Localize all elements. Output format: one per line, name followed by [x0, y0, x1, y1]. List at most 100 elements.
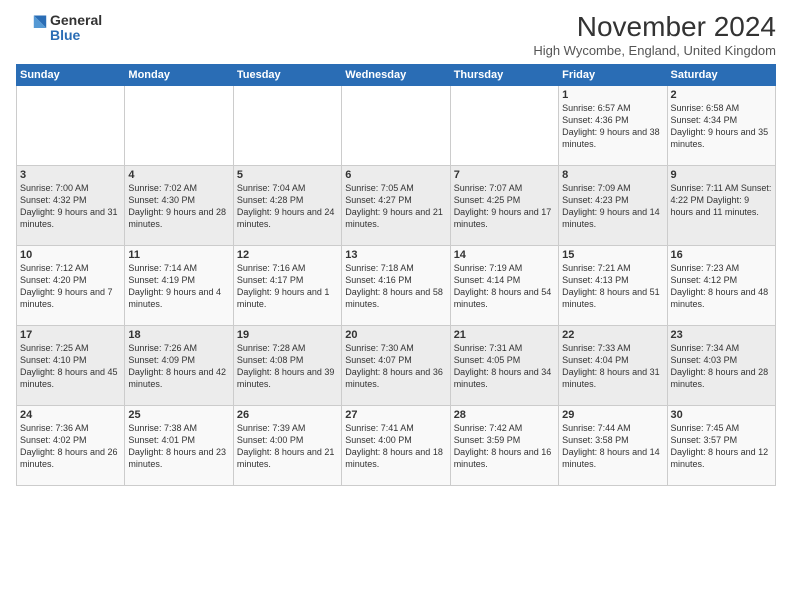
day-number: 19: [237, 329, 338, 341]
calendar-cell: 27Sunrise: 7:41 AM Sunset: 4:00 PM Dayli…: [342, 405, 450, 485]
header-sunday: Sunday: [17, 64, 125, 85]
day-info: Sunrise: 7:18 AM Sunset: 4:16 PM Dayligh…: [345, 262, 446, 311]
calendar-cell: 6Sunrise: 7:05 AM Sunset: 4:27 PM Daylig…: [342, 165, 450, 245]
calendar-cell: 12Sunrise: 7:16 AM Sunset: 4:17 PM Dayli…: [233, 245, 341, 325]
calendar-cell: 30Sunrise: 7:45 AM Sunset: 3:57 PM Dayli…: [667, 405, 775, 485]
calendar-cell: 23Sunrise: 7:34 AM Sunset: 4:03 PM Dayli…: [667, 325, 775, 405]
day-info: Sunrise: 7:04 AM Sunset: 4:28 PM Dayligh…: [237, 182, 338, 231]
logo: General Blue: [16, 12, 102, 44]
day-info: Sunrise: 7:39 AM Sunset: 4:00 PM Dayligh…: [237, 422, 338, 471]
day-info: Sunrise: 7:42 AM Sunset: 3:59 PM Dayligh…: [454, 422, 555, 471]
day-number: 23: [671, 329, 772, 341]
day-info: Sunrise: 7:14 AM Sunset: 4:19 PM Dayligh…: [128, 262, 229, 311]
day-info: Sunrise: 7:07 AM Sunset: 4:25 PM Dayligh…: [454, 182, 555, 231]
day-info: Sunrise: 7:05 AM Sunset: 4:27 PM Dayligh…: [345, 182, 446, 231]
logo-general-text: General: [50, 13, 102, 28]
weekday-header-row: Sunday Monday Tuesday Wednesday Thursday…: [17, 64, 776, 85]
day-number: 8: [562, 169, 663, 181]
title-block: November 2024 High Wycombe, England, Uni…: [533, 12, 776, 58]
day-number: 1: [562, 89, 663, 101]
calendar-cell: 16Sunrise: 7:23 AM Sunset: 4:12 PM Dayli…: [667, 245, 775, 325]
day-number: 27: [345, 409, 446, 421]
day-info: Sunrise: 7:41 AM Sunset: 4:00 PM Dayligh…: [345, 422, 446, 471]
day-info: Sunrise: 7:34 AM Sunset: 4:03 PM Dayligh…: [671, 342, 772, 391]
calendar-cell: 14Sunrise: 7:19 AM Sunset: 4:14 PM Dayli…: [450, 245, 558, 325]
day-number: 9: [671, 169, 772, 181]
calendar-cell: 20Sunrise: 7:30 AM Sunset: 4:07 PM Dayli…: [342, 325, 450, 405]
day-info: Sunrise: 7:02 AM Sunset: 4:30 PM Dayligh…: [128, 182, 229, 231]
day-number: 2: [671, 89, 772, 101]
day-number: 11: [128, 249, 229, 261]
day-info: Sunrise: 7:45 AM Sunset: 3:57 PM Dayligh…: [671, 422, 772, 471]
header-friday: Friday: [559, 64, 667, 85]
calendar-cell: 24Sunrise: 7:36 AM Sunset: 4:02 PM Dayli…: [17, 405, 125, 485]
calendar-cell: 5Sunrise: 7:04 AM Sunset: 4:28 PM Daylig…: [233, 165, 341, 245]
month-title: November 2024: [533, 12, 776, 43]
calendar-cell: 10Sunrise: 7:12 AM Sunset: 4:20 PM Dayli…: [17, 245, 125, 325]
calendar-cell: 25Sunrise: 7:38 AM Sunset: 4:01 PM Dayli…: [125, 405, 233, 485]
calendar-cell: 15Sunrise: 7:21 AM Sunset: 4:13 PM Dayli…: [559, 245, 667, 325]
calendar-cell: 7Sunrise: 7:07 AM Sunset: 4:25 PM Daylig…: [450, 165, 558, 245]
day-number: 28: [454, 409, 555, 421]
calendar-cell: 8Sunrise: 7:09 AM Sunset: 4:23 PM Daylig…: [559, 165, 667, 245]
header-monday: Monday: [125, 64, 233, 85]
header: General Blue November 2024 High Wycombe,…: [16, 12, 776, 58]
calendar-cell: 3Sunrise: 7:00 AM Sunset: 4:32 PM Daylig…: [17, 165, 125, 245]
day-number: 21: [454, 329, 555, 341]
day-info: Sunrise: 7:00 AM Sunset: 4:32 PM Dayligh…: [20, 182, 121, 231]
day-number: 4: [128, 169, 229, 181]
calendar-cell: [342, 85, 450, 165]
day-number: 26: [237, 409, 338, 421]
calendar-cell: 2Sunrise: 6:58 AM Sunset: 4:34 PM Daylig…: [667, 85, 775, 165]
day-info: Sunrise: 7:38 AM Sunset: 4:01 PM Dayligh…: [128, 422, 229, 471]
day-info: Sunrise: 6:57 AM Sunset: 4:36 PM Dayligh…: [562, 102, 663, 151]
day-info: Sunrise: 7:44 AM Sunset: 3:58 PM Dayligh…: [562, 422, 663, 471]
day-number: 10: [20, 249, 121, 261]
logo-icon: [16, 12, 48, 44]
day-number: 22: [562, 329, 663, 341]
day-info: Sunrise: 7:36 AM Sunset: 4:02 PM Dayligh…: [20, 422, 121, 471]
calendar-cell: 11Sunrise: 7:14 AM Sunset: 4:19 PM Dayli…: [125, 245, 233, 325]
calendar-week-0: 1Sunrise: 6:57 AM Sunset: 4:36 PM Daylig…: [17, 85, 776, 165]
day-number: 12: [237, 249, 338, 261]
logo-blue-text: Blue: [50, 28, 102, 43]
calendar-cell: [233, 85, 341, 165]
page: General Blue November 2024 High Wycombe,…: [0, 0, 792, 612]
day-number: 30: [671, 409, 772, 421]
day-number: 17: [20, 329, 121, 341]
day-number: 3: [20, 169, 121, 181]
calendar-table: Sunday Monday Tuesday Wednesday Thursday…: [16, 64, 776, 486]
day-number: 18: [128, 329, 229, 341]
logo-text: General Blue: [50, 13, 102, 44]
day-info: Sunrise: 7:19 AM Sunset: 4:14 PM Dayligh…: [454, 262, 555, 311]
calendar-week-4: 24Sunrise: 7:36 AM Sunset: 4:02 PM Dayli…: [17, 405, 776, 485]
day-info: Sunrise: 7:21 AM Sunset: 4:13 PM Dayligh…: [562, 262, 663, 311]
day-info: Sunrise: 6:58 AM Sunset: 4:34 PM Dayligh…: [671, 102, 772, 151]
day-info: Sunrise: 7:31 AM Sunset: 4:05 PM Dayligh…: [454, 342, 555, 391]
calendar-cell: 22Sunrise: 7:33 AM Sunset: 4:04 PM Dayli…: [559, 325, 667, 405]
day-info: Sunrise: 7:16 AM Sunset: 4:17 PM Dayligh…: [237, 262, 338, 311]
location: High Wycombe, England, United Kingdom: [533, 43, 776, 58]
calendar-cell: 13Sunrise: 7:18 AM Sunset: 4:16 PM Dayli…: [342, 245, 450, 325]
calendar-week-2: 10Sunrise: 7:12 AM Sunset: 4:20 PM Dayli…: [17, 245, 776, 325]
day-number: 15: [562, 249, 663, 261]
calendar-week-1: 3Sunrise: 7:00 AM Sunset: 4:32 PM Daylig…: [17, 165, 776, 245]
calendar-cell: 19Sunrise: 7:28 AM Sunset: 4:08 PM Dayli…: [233, 325, 341, 405]
day-info: Sunrise: 7:28 AM Sunset: 4:08 PM Dayligh…: [237, 342, 338, 391]
day-number: 25: [128, 409, 229, 421]
calendar-cell: [17, 85, 125, 165]
day-number: 14: [454, 249, 555, 261]
calendar-cell: 28Sunrise: 7:42 AM Sunset: 3:59 PM Dayli…: [450, 405, 558, 485]
day-number: 16: [671, 249, 772, 261]
calendar-cell: 9Sunrise: 7:11 AM Sunset: 4:22 PM Daylig…: [667, 165, 775, 245]
calendar-cell: 4Sunrise: 7:02 AM Sunset: 4:30 PM Daylig…: [125, 165, 233, 245]
day-info: Sunrise: 7:11 AM Sunset: 4:22 PM Dayligh…: [671, 182, 772, 218]
day-number: 7: [454, 169, 555, 181]
day-info: Sunrise: 7:23 AM Sunset: 4:12 PM Dayligh…: [671, 262, 772, 311]
header-wednesday: Wednesday: [342, 64, 450, 85]
calendar-cell: 29Sunrise: 7:44 AM Sunset: 3:58 PM Dayli…: [559, 405, 667, 485]
calendar-cell: 1Sunrise: 6:57 AM Sunset: 4:36 PM Daylig…: [559, 85, 667, 165]
day-info: Sunrise: 7:26 AM Sunset: 4:09 PM Dayligh…: [128, 342, 229, 391]
day-info: Sunrise: 7:30 AM Sunset: 4:07 PM Dayligh…: [345, 342, 446, 391]
day-number: 6: [345, 169, 446, 181]
